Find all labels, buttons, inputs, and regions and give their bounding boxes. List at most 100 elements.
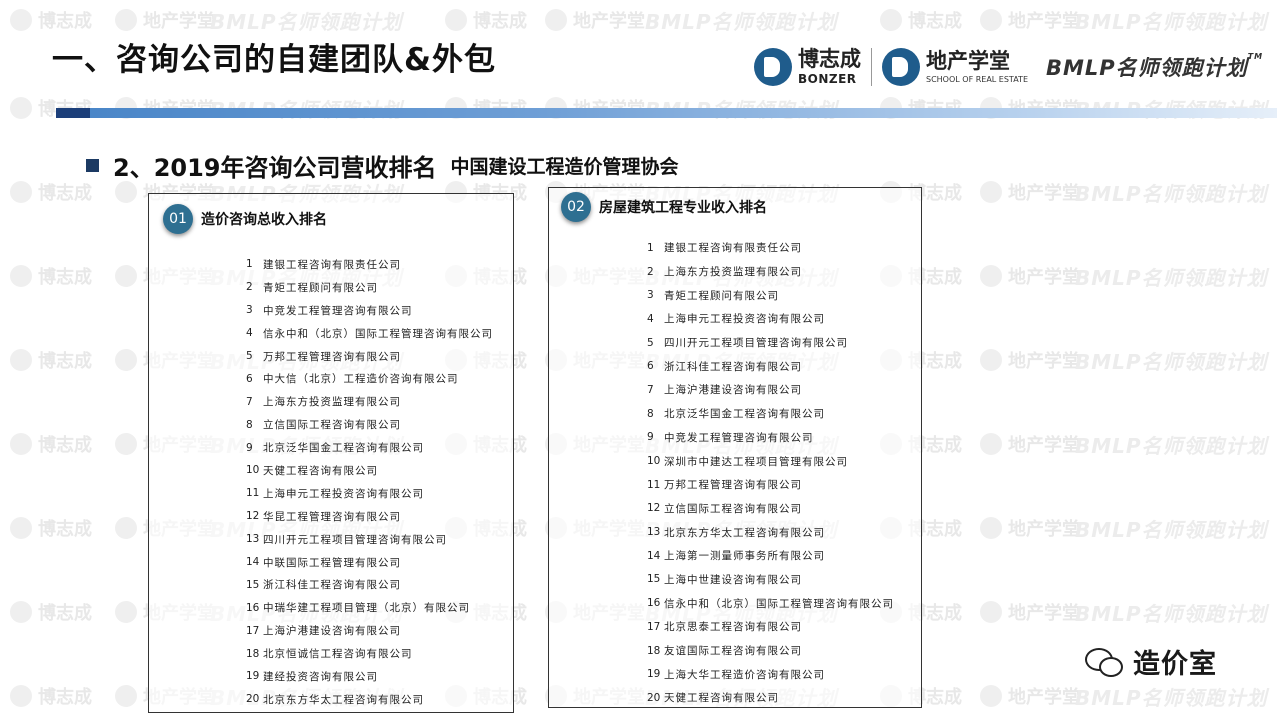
list-item: 9 中竞发工程管理咨询有限公司 bbox=[647, 426, 894, 450]
section-subheading: 2、2019年咨询公司营收排名 中国建设工程造价管理协会 bbox=[86, 148, 679, 183]
rank-number: 3 bbox=[647, 289, 654, 302]
company-name: 浙江科佳工程咨询有限公司 bbox=[263, 579, 401, 592]
company-name: 建银工程咨询有限责任公司 bbox=[664, 242, 802, 255]
bmlp-text: BMLP名师领跑计划 bbox=[1046, 56, 1248, 80]
brand-logos: 博志成 BONZER 地产学堂 SCHOOL OF REAL ESTATE BM… bbox=[754, 44, 1263, 90]
company-name: 天健工程咨询有限公司 bbox=[263, 464, 378, 477]
watermark-tile: 地产学堂 bbox=[980, 592, 1080, 632]
watermark-text: 博志成 bbox=[38, 267, 92, 288]
list-item: 1 建银工程咨询有限责任公司 bbox=[246, 253, 493, 276]
list-item: 15 浙江科佳工程咨询有限公司 bbox=[246, 573, 493, 596]
company-name: 中瑞华建工程项目管理（北京）有限公司 bbox=[263, 602, 470, 615]
company-name: 立信国际工程咨询有限公司 bbox=[263, 419, 401, 432]
watermark-tile: BMLP名师领跑计划 bbox=[1075, 256, 1268, 296]
watermark-tile: 博志成 bbox=[10, 340, 92, 380]
rank-number: 18 bbox=[647, 644, 661, 657]
watermark-text: 博志成 bbox=[38, 603, 92, 624]
rank-number: 10 bbox=[647, 455, 661, 468]
watermark-logo-icon bbox=[115, 349, 137, 371]
list-item: 16 中瑞华建工程项目管理（北京）有限公司 bbox=[246, 596, 493, 619]
company-name: 深圳市中建达工程项目管理有限公司 bbox=[664, 455, 848, 468]
rank-number: 20 bbox=[246, 693, 260, 706]
list-item: 7 上海东方投资监理有限公司 bbox=[246, 390, 493, 413]
watermark-text: 博志成 bbox=[38, 183, 92, 204]
list-item: 10 天健工程咨询有限公司 bbox=[246, 459, 493, 482]
ranking-list: 1 建银工程咨询有限责任公司 2 青矩工程顾问有限公司 3 中竞发工程管理咨询有限公司 4 信… bbox=[246, 253, 493, 711]
watermark-logo-icon bbox=[980, 433, 1002, 455]
company-name: 华昆工程管理咨询有限公司 bbox=[263, 510, 401, 523]
rank-number: 20 bbox=[647, 691, 661, 704]
company-name: 北京思泰工程咨询有限公司 bbox=[664, 621, 802, 634]
rank-number: 1 bbox=[246, 258, 253, 271]
company-name: 建银工程咨询有限责任公司 bbox=[263, 258, 401, 271]
company-name: 青矩工程顾问有限公司 bbox=[664, 289, 779, 302]
company-name: 北京泛华国金工程咨询有限公司 bbox=[263, 442, 424, 455]
company-name: 万邦工程管理咨询有限公司 bbox=[664, 479, 802, 492]
watermark-logo-icon bbox=[980, 349, 1002, 371]
rank-number: 17 bbox=[647, 620, 661, 633]
list-item: 20 天健工程咨询有限公司 bbox=[647, 686, 894, 710]
company-name: 上海东方投资监理有限公司 bbox=[664, 266, 802, 279]
watermark-text: 博志成 bbox=[38, 351, 92, 372]
list-item: 5 万邦工程管理咨询有限公司 bbox=[246, 345, 493, 368]
watermark-tile: 博志成 bbox=[10, 256, 92, 296]
list-item: 10 深圳市中建达工程项目管理有限公司 bbox=[647, 449, 894, 473]
list-item: 8 北京泛华国金工程咨询有限公司 bbox=[647, 402, 894, 426]
list-item: 20 北京东方华太工程咨询有限公司 bbox=[246, 688, 493, 711]
company-name: 上海沪港建设咨询有限公司 bbox=[263, 625, 401, 638]
rank-number: 1 bbox=[647, 241, 654, 254]
rank-number: 16 bbox=[647, 597, 661, 610]
watermark-logo-icon bbox=[10, 685, 32, 707]
watermark-tile: 博志成 bbox=[10, 592, 92, 632]
school-en: SCHOOL OF REAL ESTATE bbox=[926, 74, 1028, 84]
watermark-tile: 地产学堂 bbox=[980, 340, 1080, 380]
list-item: 16 信永中和（北京）国际工程管理咨询有限公司 bbox=[647, 591, 894, 615]
rank-number: 8 bbox=[647, 407, 654, 420]
company-name: 中大信（北京）工程造价咨询有限公司 bbox=[263, 373, 459, 386]
watermark-text: BMLP名师领跑计划 bbox=[1075, 9, 1268, 34]
rank-number: 6 bbox=[647, 360, 654, 373]
rank-number: 19 bbox=[647, 668, 661, 681]
watermark-tile: 博志成 bbox=[880, 0, 962, 40]
watermark-logo-icon bbox=[10, 349, 32, 371]
watermark-text: 地产学堂 bbox=[143, 11, 215, 32]
watermark-logo-icon bbox=[10, 433, 32, 455]
company-name: 信永中和（北京）国际工程管理咨询有限公司 bbox=[664, 597, 894, 610]
watermark-text: BMLP名师领跑计划 bbox=[1075, 601, 1268, 626]
rank-number: 12 bbox=[246, 510, 260, 523]
list-item: 14 中联国际工程管理有限公司 bbox=[246, 551, 493, 574]
bonzer-cn: 博志成 bbox=[798, 47, 861, 71]
list-item: 13 四川开元工程项目管理咨询有限公司 bbox=[246, 528, 493, 551]
watermark-logo-icon bbox=[880, 9, 902, 31]
ranking-panel-building-revenue: 02 房屋建筑工程专业收入排名 1 建银工程咨询有限责任公司 2 上海东方投资监理有限… bbox=[548, 187, 922, 708]
bonzer-logo-icon bbox=[754, 48, 792, 86]
watermark-tile: BMLP名师领跑计划 bbox=[1075, 676, 1268, 716]
panel-title: 房屋建筑工程专业收入排名 bbox=[599, 200, 767, 216]
company-name: 友谊国际工程咨询有限公司 bbox=[664, 645, 802, 658]
list-item: 19 上海大华工程造价咨询有限公司 bbox=[647, 662, 894, 686]
watermark-tile: BMLP名师领跑计划 bbox=[1075, 172, 1268, 212]
ranking-list: 1 建银工程咨询有限责任公司 2 上海东方投资监理有限公司 3 青矩工程顾问有限公司 4 上海… bbox=[647, 236, 894, 710]
watermark-logo-icon bbox=[545, 9, 567, 31]
watermark-text: BMLP名师领跑计划 bbox=[645, 9, 838, 34]
company-name: 建经投资咨询有限公司 bbox=[263, 670, 378, 683]
watermark-logo-icon bbox=[980, 517, 1002, 539]
subheading-main: 2、2019年咨询公司营收排名 bbox=[113, 154, 437, 182]
watermark-logo-icon bbox=[115, 265, 137, 287]
company-name: 青矩工程顾问有限公司 bbox=[263, 281, 378, 294]
company-name: 浙江科佳工程咨询有限公司 bbox=[664, 360, 802, 373]
rank-number: 16 bbox=[246, 601, 260, 614]
company-name: 信永中和（北京）国际工程管理咨询有限公司 bbox=[263, 327, 493, 340]
school-cn: 地产学堂 bbox=[926, 48, 1010, 73]
company-name: 天健工程咨询有限公司 bbox=[664, 692, 779, 705]
rank-number: 11 bbox=[647, 478, 661, 491]
watermark-text: 博志成 bbox=[38, 687, 92, 708]
watermark-logo-icon bbox=[980, 9, 1002, 31]
watermark-text: BMLP名师领跑计划 bbox=[1075, 517, 1268, 542]
watermark-logo-icon bbox=[445, 9, 467, 31]
rank-number: 2 bbox=[647, 265, 654, 278]
company-name: 上海第一测量师事务所有限公司 bbox=[664, 550, 825, 563]
watermark-logo-icon bbox=[115, 181, 137, 203]
watermark-tile: 博志成 bbox=[10, 172, 92, 212]
watermark-logo-icon bbox=[980, 601, 1002, 623]
